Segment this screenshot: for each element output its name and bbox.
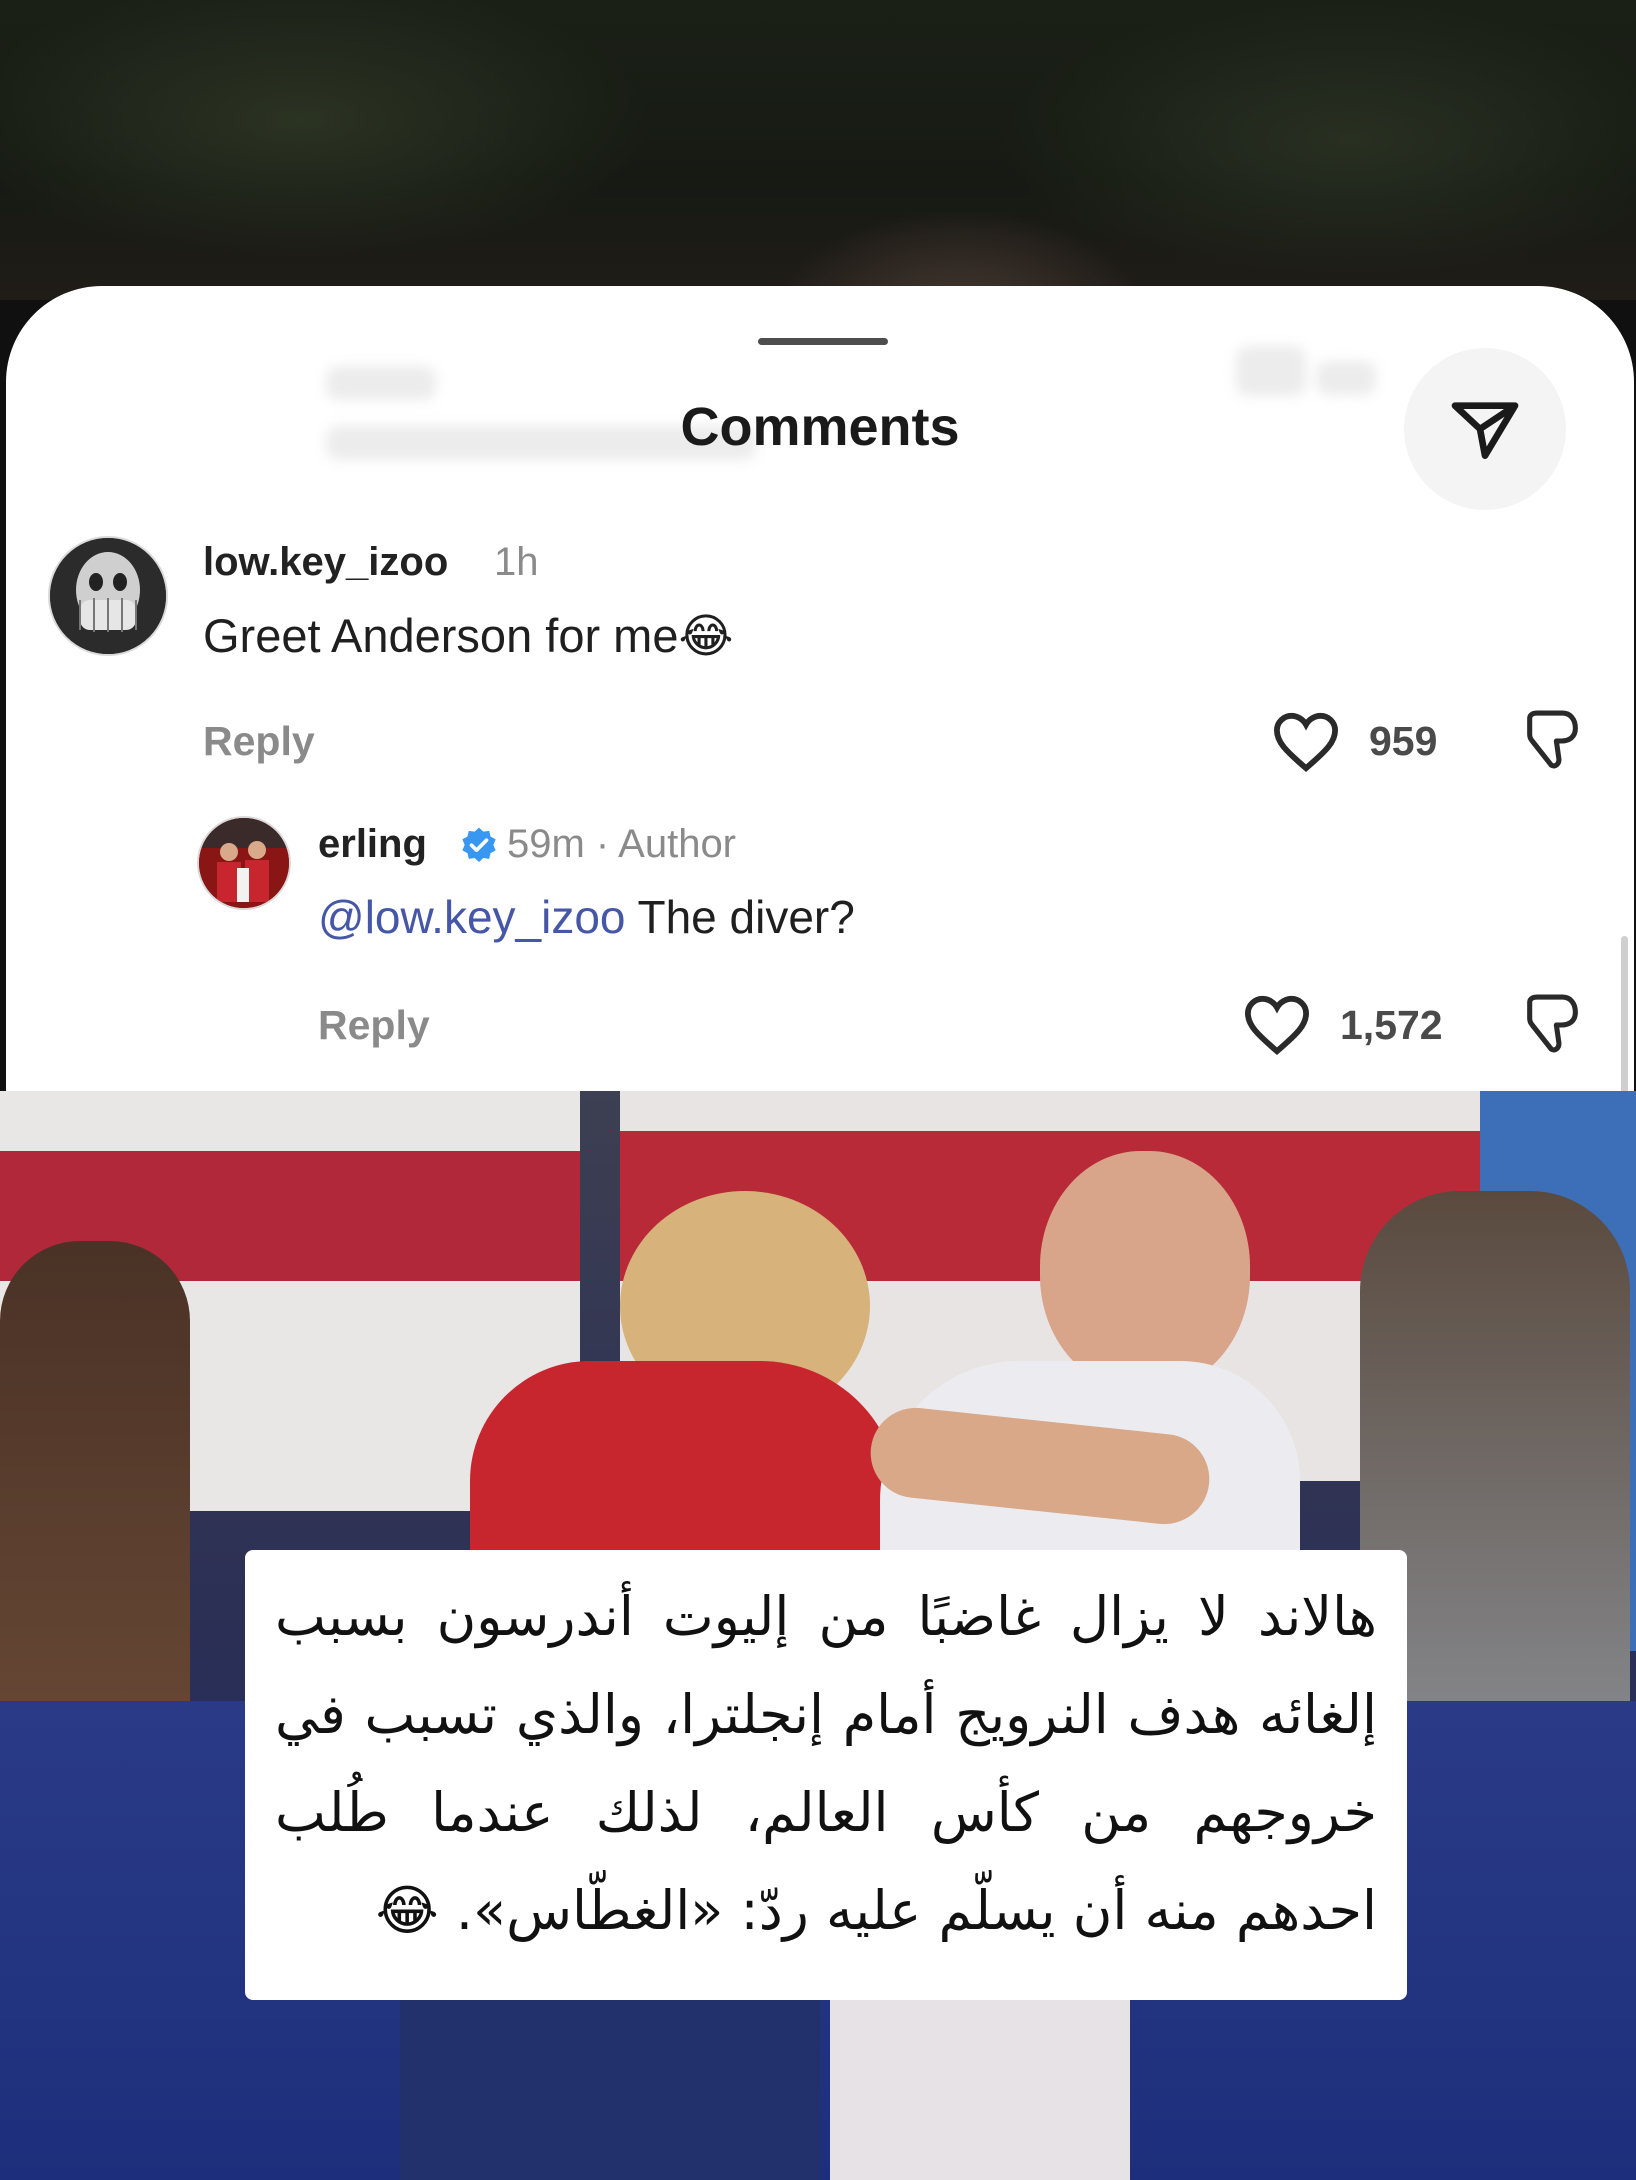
reply-meta: 59m · Author <box>507 822 737 866</box>
reply-text: @low.key_izoo The diver? <box>318 890 855 944</box>
comment-body: Greet Anderson for me <box>203 609 679 662</box>
scrollbar[interactable] <box>1621 936 1628 1091</box>
ghost-text <box>1236 346 1306 396</box>
like-count: 1,572 <box>1340 1002 1443 1048</box>
comments-sheet: Comments low.key_izoo 1h Greet Anderson … <box>6 286 1634 1091</box>
mention-link[interactable]: @low.key_izoo <box>318 891 626 943</box>
verified-badge-icon <box>462 827 496 862</box>
dislike-icon[interactable] <box>1519 708 1581 774</box>
comment-time: 1h <box>494 540 539 584</box>
player-white-shorts <box>830 1971 1130 2180</box>
reply-username[interactable]: erling <box>318 822 427 867</box>
arabic-caption: هالاند لا يزال غاضبًا من إليوت أندرسون ب… <box>245 1550 1407 2000</box>
ghost-text <box>326 366 436 400</box>
avatar[interactable] <box>197 816 291 910</box>
drag-handle[interactable] <box>758 338 888 345</box>
share-button[interactable] <box>1404 348 1566 510</box>
heart-icon[interactable] <box>1271 710 1341 774</box>
background-photo-top <box>0 0 1636 300</box>
comment-text: Greet Anderson for me😂 <box>203 608 733 664</box>
laughing-emoji-icon: 😂 <box>678 609 734 662</box>
player-shorts <box>400 1991 820 2180</box>
heart-icon[interactable] <box>1242 993 1312 1057</box>
send-icon <box>1451 402 1519 459</box>
like-count: 959 <box>1369 718 1438 764</box>
dislike-icon[interactable] <box>1519 992 1581 1058</box>
reply-button[interactable]: Reply <box>318 1002 430 1049</box>
reply-body: The diver? <box>625 891 855 943</box>
comment-username[interactable]: low.key_izoo <box>203 540 448 585</box>
player-white-head <box>1040 1151 1250 1391</box>
ghost-text <box>1316 361 1376 395</box>
reply-button[interactable]: Reply <box>203 718 315 765</box>
sheet-title: Comments <box>680 397 960 457</box>
avatar[interactable] <box>48 536 168 656</box>
